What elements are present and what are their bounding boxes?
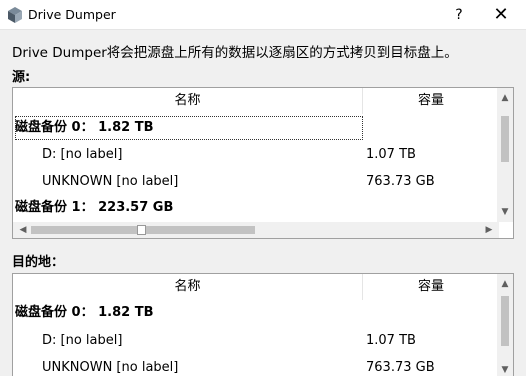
scroll-grip-icon xyxy=(137,225,146,235)
row-size: 763.73 GB xyxy=(366,174,435,189)
source-list[interactable]: 名称 容量 磁盘备份 0： 1.82 TB D: [no label] 1.07… xyxy=(12,87,514,239)
destination-vertical-scrollbar[interactable]: ▲ ▼ xyxy=(497,274,513,376)
column-header-size[interactable]: 容量 xyxy=(363,88,499,114)
help-button[interactable]: ? xyxy=(444,4,474,26)
scroll-thumb[interactable] xyxy=(501,296,509,346)
row-name: UNKNOWN [no label] xyxy=(42,360,179,375)
source-list-header: 名称 容量 xyxy=(13,88,499,114)
source-disk-row[interactable]: 磁盘备份 1： 223.57 GB xyxy=(13,196,499,220)
description-text: Drive Dumper将会把源盘上所有的数据以逐扇区的方式拷贝到目标盘上。 xyxy=(12,45,458,61)
row-size: 763.73 GB xyxy=(366,360,435,375)
row-name: D: [no label] xyxy=(42,147,123,162)
destination-list-header: 名称 容量 xyxy=(13,274,499,300)
row-name: UNKNOWN [no label] xyxy=(42,174,179,189)
destination-partition-row[interactable]: UNKNOWN [no label] 763.73 GB xyxy=(13,356,499,376)
window-title: Drive Dumper xyxy=(28,7,116,22)
source-partition-row[interactable]: D: [no label] 1.07 TB xyxy=(13,143,499,167)
scroll-up-icon[interactable]: ▲ xyxy=(497,276,513,292)
row-size: 1.07 TB xyxy=(366,147,416,162)
title-bar: Drive Dumper ? ✕ xyxy=(0,0,526,30)
close-button[interactable]: ✕ xyxy=(486,4,516,26)
scroll-down-icon[interactable]: ▼ xyxy=(497,204,513,220)
source-partition-row[interactable]: UNKNOWN [no label] 763.73 GB xyxy=(13,170,499,194)
row-name: 磁盘备份 0： 1.82 TB xyxy=(15,116,363,140)
source-label: 源: xyxy=(12,70,31,85)
column-header-name[interactable]: 名称 xyxy=(13,88,363,114)
app-icon xyxy=(8,7,22,23)
destination-partition-row[interactable]: D: [no label] 1.07 TB xyxy=(13,329,499,353)
destination-disk-row[interactable]: 磁盘备份 0： 1.82 TB xyxy=(13,301,499,325)
destination-list[interactable]: 名称 容量 磁盘备份 0： 1.82 TB D: [no label] 1.07… xyxy=(12,273,514,376)
column-header-name[interactable]: 名称 xyxy=(13,274,363,300)
scroll-thumb[interactable] xyxy=(501,116,509,162)
column-header-size[interactable]: 容量 xyxy=(363,274,499,300)
scroll-up-icon[interactable]: ▲ xyxy=(497,90,513,106)
scroll-right-icon[interactable]: ▶ xyxy=(481,222,497,238)
scroll-down-icon[interactable]: ▼ xyxy=(497,362,513,376)
row-name: 磁盘备份 0： 1.82 TB xyxy=(15,305,154,320)
scroll-left-icon[interactable]: ◀ xyxy=(15,222,31,238)
row-size: 1.07 TB xyxy=(366,333,416,348)
source-vertical-scrollbar[interactable]: ▲ ▼ xyxy=(497,88,513,222)
source-disk-row[interactable]: 磁盘备份 0： 1.82 TB xyxy=(13,116,499,140)
row-name: D: [no label] xyxy=(42,333,123,348)
row-name: 磁盘备份 1： 223.57 GB xyxy=(15,200,174,215)
source-horizontal-scrollbar[interactable]: ◀ ▶ xyxy=(13,222,499,238)
destination-label: 目的地： xyxy=(12,255,65,270)
